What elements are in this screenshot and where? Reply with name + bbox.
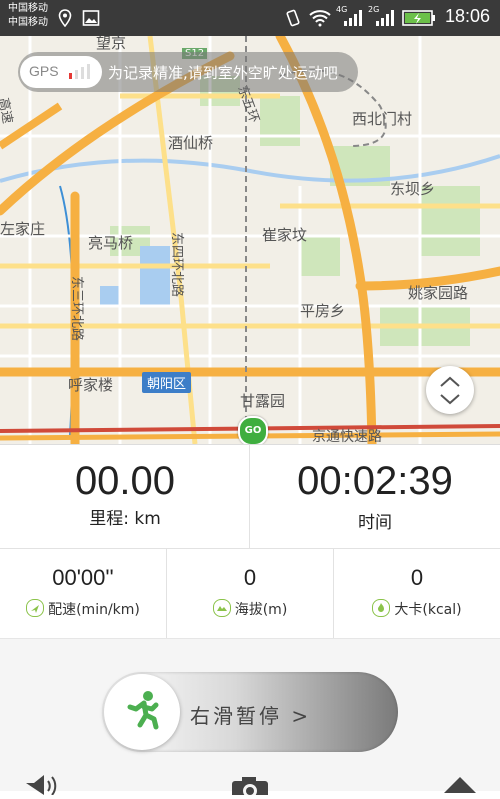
map-view[interactable]: 望京 S12 东五环 西北门村 酒仙桥 东坝乡 左家庄 亮马桥 东四环北路 崔家… [0,36,500,444]
slide-to-pause-slider[interactable]: 右滑暂停 > [102,672,398,752]
gps-message: 为记录精准,请到室外空旷处运动吧 [108,64,338,82]
distance-label: 里程: km [89,509,161,529]
time-value: 00:02:39 [297,459,453,503]
runner-icon [127,691,159,730]
status-bar: 中国移动 中国移动 4G 2G 18:06 [0,0,500,36]
map-label-jingtong: 京通快速路 [312,429,382,444]
wifi-icon [308,9,332,31]
clock: 18:06 [444,6,490,26]
map-label-jiuxianqiao: 酒仙桥 [168,134,214,152]
battery-charging-icon [402,10,436,30]
map-label-xibeimen: 西北门村 [352,110,413,128]
map-label-hujialou: 呼家楼 [68,376,114,394]
location-icon [58,9,72,31]
distance-stat: 00.00 里程: km [0,459,250,529]
map-label-cuijiafen: 崔家坟 [262,226,308,244]
distance-value: 00.00 [74,459,176,503]
gps-label: GPS [29,63,59,79]
map-label-chaoyang: 朝阳区 [142,372,192,393]
flame-icon [372,599,391,617]
gps-status-banner: GPS 为记录精准,请到室外空旷处运动吧 [18,52,358,92]
map-label-zuojiazhuang: 左家庄 [0,220,46,238]
calories-stat: 0 大卡(kcal) [334,565,500,619]
slider-label: 右滑暂停 > [190,704,312,728]
map-label-liangmaqiao: 亮马桥 [88,234,134,252]
image-icon [82,9,100,31]
map-expand-toggle[interactable] [426,366,474,414]
calories-label: 大卡(kcal) [394,602,462,618]
altitude-label: 海拔(m) [234,602,288,618]
time-label: 时间 [358,513,392,533]
signal-icon-1 [342,9,362,31]
mountain-icon [212,599,231,617]
divider [0,548,500,549]
pace-icon [26,599,45,617]
collapse-up-icon[interactable] [440,775,480,799]
slider-knob[interactable] [104,674,180,750]
altitude-value: 0 [243,565,257,590]
camera-icon[interactable] [230,775,270,799]
map-label-east-fourth-ring: 东四环北路 [169,232,184,298]
map-label-yaojiayuan: 姚家园路 [408,284,469,302]
pace-stat: 00'00'' 配速(min/km) [0,565,166,619]
time-stat: 00:02:39 时间 [250,459,500,533]
bottom-controls: 右滑暂停 > [0,638,500,799]
carrier-2: 中国移动 [8,17,48,28]
map-label-dongba: 东坝乡 [390,180,436,198]
carrier-1: 中国移动 [8,3,48,14]
altitude-stat: 0 海拔(m) [167,565,333,619]
speaker-icon[interactable] [22,775,62,799]
signal-icon-2 [374,9,394,31]
map-label-east-third-ring: 东三环北路 [69,276,84,342]
chevron-up-down-icon [440,376,460,405]
map-label-pingfang: 平房乡 [300,302,346,320]
map-label-wangjing: 望京 [96,36,127,52]
vibrate-icon [284,9,302,31]
pace-label: 配速(min/km) [48,602,140,618]
stats-panel: 00.00 里程: km 00:02:39 时间 00'00'' 配速(min/… [0,444,500,639]
map-label-ganluyuan: 甘露园 [240,392,286,410]
calories-value: 0 [410,565,424,590]
gps-indicator: GPS [20,56,102,88]
pace-value: 00'00'' [52,565,114,590]
start-marker: GO [238,416,268,444]
